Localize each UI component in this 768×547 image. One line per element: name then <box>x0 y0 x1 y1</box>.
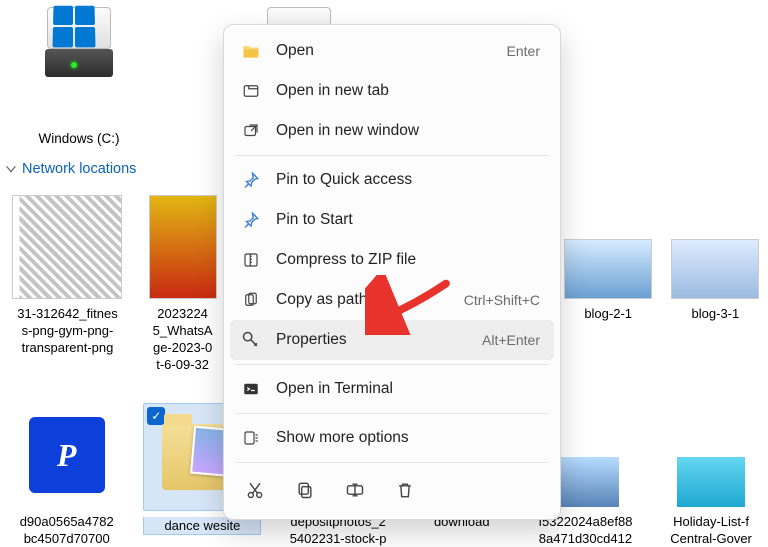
image-thumbnail <box>672 240 758 298</box>
copy-path-icon <box>240 289 262 311</box>
network-locations-label: Network locations <box>22 161 136 177</box>
file-item[interactable]: Holiday-List-f Central-Gover <box>662 403 760 547</box>
cut-icon[interactable] <box>244 479 266 501</box>
image-thumbnail <box>677 457 745 507</box>
pin-icon <box>240 209 262 231</box>
menu-item-copy-path[interactable]: Copy as path Ctrl+Shift+C <box>230 280 554 320</box>
menu-item-open-window[interactable]: Open in new window <box>230 111 554 151</box>
menu-label: Pin to Start <box>276 211 353 229</box>
file-label: blog-3-1 <box>692 305 740 322</box>
image-thumbnail <box>551 457 619 507</box>
terminal-icon <box>240 378 262 400</box>
menu-separator <box>236 462 548 463</box>
windows-logo-icon <box>52 6 95 48</box>
menu-item-open[interactable]: Open Enter <box>230 31 554 71</box>
menu-icon-bar <box>230 467 554 513</box>
menu-separator <box>236 155 548 156</box>
menu-label: Open in new window <box>276 122 419 140</box>
new-tab-icon <box>240 80 262 102</box>
file-item[interactable]: blog-3-1 <box>671 195 760 322</box>
new-window-icon <box>240 120 262 142</box>
selection-check-icon[interactable]: ✓ <box>147 407 165 425</box>
menu-label: Open in new tab <box>276 82 389 100</box>
zip-icon <box>240 249 262 271</box>
rename-icon[interactable] <box>344 479 366 501</box>
copy-icon[interactable] <box>294 479 316 501</box>
menu-label: Open <box>276 42 314 60</box>
drive-icon <box>43 5 115 77</box>
menu-label: Properties <box>276 331 347 349</box>
file-item[interactable]: 31-312642_fitnes s-png-gym-png- transpar… <box>8 195 127 356</box>
more-options-icon <box>240 427 262 449</box>
app-tile-icon: P <box>29 417 105 493</box>
drive-label: Windows (C:) <box>38 131 119 146</box>
image-thumbnail <box>13 196 121 298</box>
menu-label: Open in Terminal <box>276 380 393 398</box>
menu-label: Compress to ZIP file <box>276 251 416 269</box>
file-label: 31-312642_fitnes s-png-gym-png- transpar… <box>17 305 117 356</box>
menu-shortcut: Enter <box>507 43 540 59</box>
image-thumbnail <box>150 196 216 298</box>
menu-shortcut: Alt+Enter <box>482 332 540 348</box>
menu-item-pin-start[interactable]: Pin to Start <box>230 200 554 240</box>
context-menu: Open Enter Open in new tab Open in new w… <box>223 24 561 520</box>
image-thumbnail <box>565 240 651 298</box>
menu-shortcut: Ctrl+Shift+C <box>464 292 540 308</box>
file-label: 2023224 5_WhatsA ge-2023-0 t-6-09-32 <box>153 305 213 373</box>
menu-label: Copy as path <box>276 291 367 309</box>
file-label: Holiday-List-f Central-Gover <box>670 513 752 547</box>
menu-separator <box>236 413 548 414</box>
menu-item-compress-zip[interactable]: Compress to ZIP file <box>230 240 554 280</box>
file-item[interactable]: 2023224 5_WhatsA ge-2023-0 t-6-09-32 <box>145 195 220 373</box>
properties-icon <box>240 329 262 351</box>
menu-item-pin-quick[interactable]: Pin to Quick access <box>230 160 554 200</box>
file-item[interactable]: blog-2-1 <box>564 195 653 322</box>
drive-windows-c[interactable]: Windows (C:) <box>14 5 144 146</box>
delete-icon[interactable] <box>394 479 416 501</box>
menu-item-open-terminal[interactable]: Open in Terminal <box>230 369 554 409</box>
pin-icon <box>240 169 262 191</box>
menu-item-more-options[interactable]: Show more options <box>230 418 554 458</box>
file-label: blog-2-1 <box>584 305 632 322</box>
menu-label: Show more options <box>276 429 409 447</box>
folder-open-icon <box>240 40 262 62</box>
menu-separator <box>236 364 548 365</box>
menu-item-properties[interactable]: Properties Alt+Enter <box>230 320 554 360</box>
file-item[interactable]: P d90a0565a4782 bc4507d70700 <box>8 403 125 547</box>
menu-item-open-tab[interactable]: Open in new tab <box>230 71 554 111</box>
menu-label: Pin to Quick access <box>276 171 412 189</box>
file-label: d90a0565a4782 bc4507d70700 <box>20 513 114 547</box>
chevron-down-icon <box>4 162 18 176</box>
